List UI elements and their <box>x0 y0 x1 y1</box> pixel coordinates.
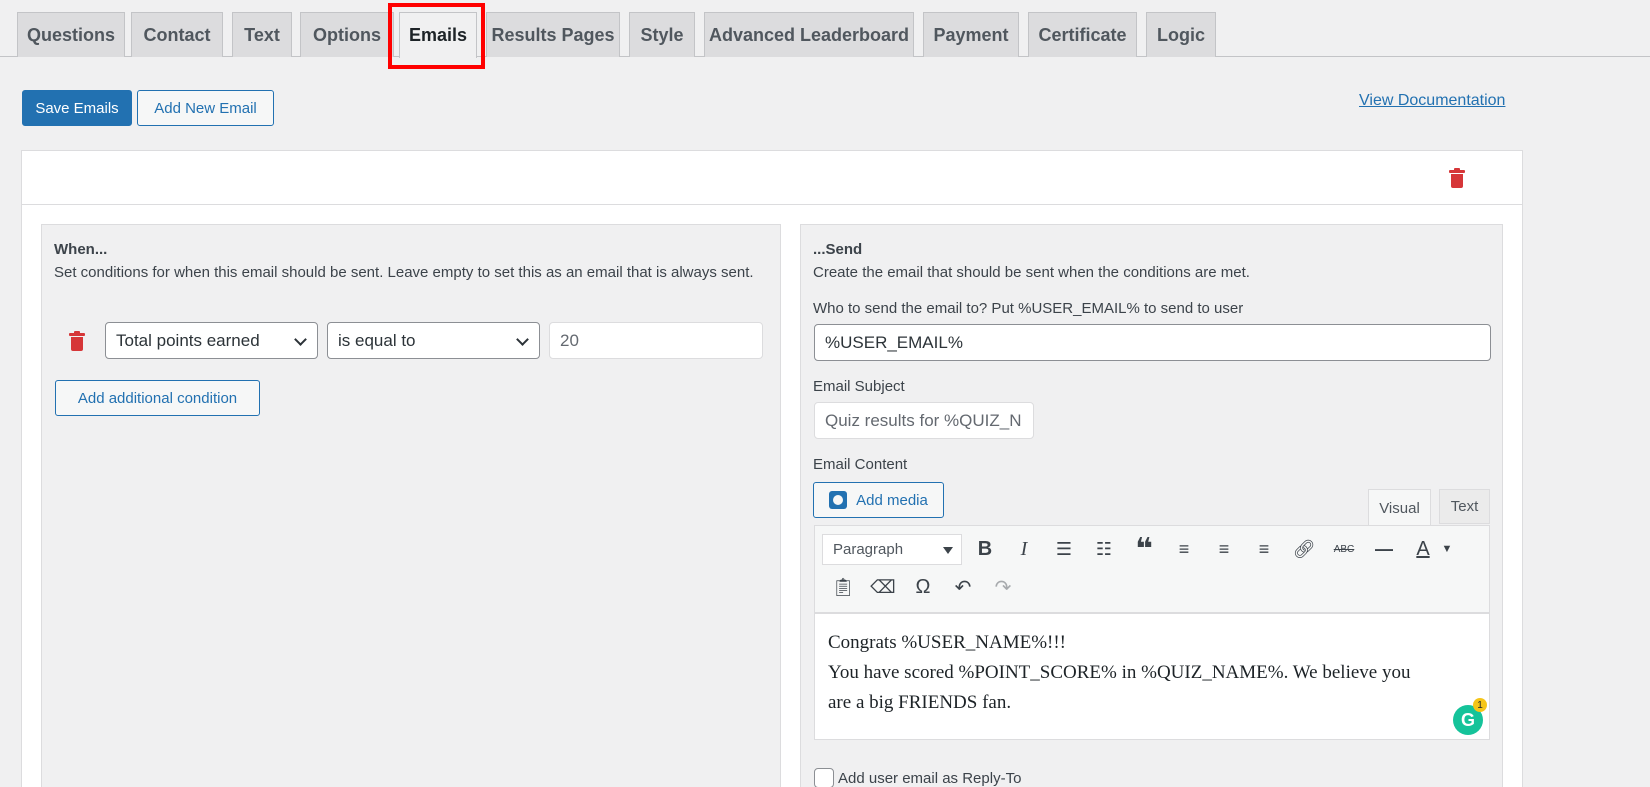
send-description: Create the email that should be sent whe… <box>813 264 1250 281</box>
when-section <box>41 224 781 787</box>
clear-formatting-icon[interactable]: ⌫ <box>869 573 897 601</box>
format-select-value: Paragraph <box>833 541 904 558</box>
add-condition-button[interactable]: Add additional condition <box>55 380 260 416</box>
redo-icon[interactable]: ↷ <box>989 573 1017 601</box>
link-icon[interactable]: 🔗︎ <box>1290 535 1318 563</box>
email-panel-header <box>22 151 1522 205</box>
tab-bar: Questions Contact Text Options Emails Re… <box>0 0 1650 58</box>
tab-questions[interactable]: Questions <box>17 12 125 57</box>
delete-email-icon[interactable] <box>1449 168 1465 188</box>
align-left-icon[interactable]: ≡ <box>1170 535 1198 563</box>
special-character-icon[interactable]: Ω <box>909 573 937 601</box>
editor-tab-text[interactable]: Text <box>1439 489 1490 524</box>
italic-icon[interactable]: I <box>1010 535 1038 563</box>
content-line: are a big FRIENDS fan. <box>828 692 1012 713</box>
dropdown-arrow-icon <box>943 547 953 554</box>
send-to-input[interactable]: %USER_EMAIL% <box>814 324 1491 361</box>
align-center-icon[interactable]: ≡ <box>1210 535 1238 563</box>
grammarly-count-badge: 1 <box>1473 698 1487 712</box>
format-select[interactable]: Paragraph <box>822 534 962 565</box>
condition-operator-value: is equal to <box>338 330 416 350</box>
editor-tab-visual[interactable]: Visual <box>1368 489 1431 526</box>
tab-logic[interactable]: Logic <box>1146 12 1216 57</box>
add-new-email-button[interactable]: Add New Email <box>137 90 274 126</box>
when-title: When... <box>54 241 108 258</box>
tab-payment[interactable]: Payment <box>923 12 1019 57</box>
condition-field-value: Total points earned <box>116 330 260 350</box>
tab-results-pages[interactable]: Results Pages <box>486 12 620 57</box>
numbered-list-icon[interactable]: ☷ <box>1090 535 1118 563</box>
editor-toolbar: Paragraph B I ☰ ☷ ❝ ≡ ≡ ≡ 🔗︎ ABC — A ▼ 📋… <box>814 525 1490 613</box>
add-media-label: Add media <box>856 491 928 509</box>
bold-icon[interactable]: B <box>971 535 999 563</box>
email-subject-label: Email Subject <box>813 378 905 395</box>
add-media-button[interactable]: Add media <box>813 482 944 518</box>
reply-to-label: Add user email as Reply-To <box>838 770 1022 787</box>
email-content-editor[interactable]: Congrats %USER_NAME%!!! You have scored … <box>814 613 1490 740</box>
tab-emails[interactable]: Emails <box>399 12 477 58</box>
tab-advanced-leaderboard[interactable]: Advanced Leaderboard <box>704 12 914 57</box>
undo-icon[interactable]: ↶ <box>949 573 977 601</box>
paste-as-text-icon[interactable]: 📋︎ <box>829 573 857 601</box>
media-icon <box>829 491 848 509</box>
tab-contact[interactable]: Contact <box>131 12 223 57</box>
chevron-down-icon <box>516 333 529 346</box>
horizontal-line-icon[interactable]: — <box>1370 535 1398 563</box>
save-emails-button[interactable]: Save Emails <box>22 90 132 126</box>
condition-value-input[interactable]: 20 <box>549 322 763 359</box>
tab-style[interactable]: Style <box>629 12 695 57</box>
email-content-label: Email Content <box>813 456 908 473</box>
reply-to-checkbox[interactable] <box>814 768 834 787</box>
condition-operator-select[interactable]: is equal to <box>327 322 540 359</box>
delete-condition-icon[interactable] <box>69 331 85 351</box>
tab-options[interactable]: Options <box>300 12 394 57</box>
email-subject-input[interactable]: Quiz results for %QUIZ_N <box>814 402 1034 439</box>
content-line: Congrats %USER_NAME%!!! <box>828 632 1067 653</box>
strikethrough-icon[interactable]: ABC <box>1330 535 1358 563</box>
tab-certificate[interactable]: Certificate <box>1028 12 1137 57</box>
view-documentation-link[interactable]: View Documentation <box>1359 92 1505 110</box>
when-description: Set conditions for when this email shoul… <box>54 264 754 281</box>
tab-text[interactable]: Text <box>232 12 292 57</box>
align-right-icon[interactable]: ≡ <box>1250 535 1278 563</box>
send-to-label: Who to send the email to? Put %USER_EMAI… <box>813 300 1244 317</box>
condition-field-select[interactable]: Total points earned <box>105 322 318 359</box>
send-title: ...Send <box>813 241 863 258</box>
blockquote-icon[interactable]: ❝ <box>1130 533 1158 566</box>
bullet-list-icon[interactable]: ☰ <box>1050 535 1078 563</box>
content-line: You have scored %POINT_SCORE% in %QUIZ_N… <box>828 662 1411 683</box>
chevron-down-icon <box>294 333 307 346</box>
text-color-dropdown-icon[interactable]: ▼ <box>1433 535 1461 563</box>
